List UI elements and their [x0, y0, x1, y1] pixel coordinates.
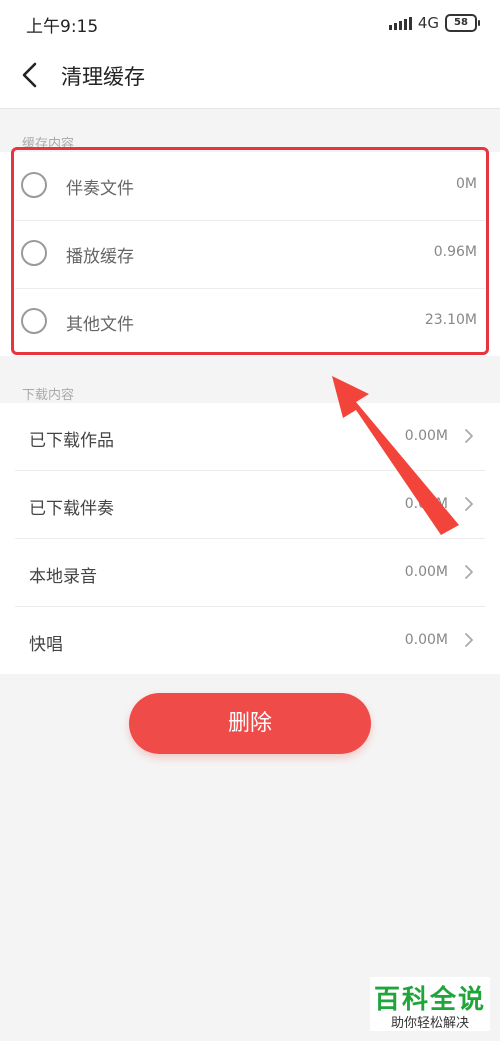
list-item[interactable]: 已下载作品 0.00M [15, 403, 485, 471]
radio-button[interactable] [21, 308, 47, 334]
status-bar: 上午9:15 4G 58 [0, 0, 500, 46]
section-label-cache: 缓存内容 [22, 137, 75, 152]
battery-icon: 58 [445, 14, 480, 32]
list-item[interactable]: 其他文件 23.10M [15, 288, 485, 356]
watermark-logo: 百科全说 助你轻松解决 [370, 977, 490, 1031]
signal-icon [388, 16, 412, 30]
page-title: 清理缓存 [61, 65, 145, 89]
radio-button[interactable] [21, 172, 47, 198]
radio-button[interactable] [21, 240, 47, 266]
watermark-subtitle: 助你轻松解决 [390, 1016, 469, 1031]
item-label: 本地录音 [29, 567, 97, 587]
item-size: 0.00M [404, 428, 448, 444]
chevron-right-icon [465, 429, 473, 443]
item-size: 0.00M [404, 632, 448, 648]
item-size: 23.10M [424, 312, 477, 328]
status-time: 上午9:15 [26, 17, 99, 37]
watermark-title: 百科全说 [373, 985, 486, 1015]
list-item[interactable]: 伴奏文件 0M [15, 152, 485, 221]
list-item[interactable]: 播放缓存 0.96M [15, 220, 485, 289]
cache-list: 伴奏文件 0M 播放缓存 0.96M 其他文件 23.10M [0, 152, 500, 356]
battery-level: 58 [445, 14, 477, 32]
chevron-left-icon [22, 62, 37, 88]
list-item[interactable]: 已下载伴奏 0.00M [15, 471, 485, 539]
list-item[interactable]: 快唱 0.00M [15, 607, 485, 674]
download-list: 已下载作品 0.00M 已下载伴奏 0.00M 本地录音 0.00M 快唱 0.… [0, 403, 500, 674]
item-size: 0.96M [433, 244, 477, 260]
item-label: 快唱 [29, 635, 63, 655]
item-size: 0M [456, 176, 477, 192]
network-type: 4G [417, 14, 439, 32]
nav-bar: 清理缓存 [0, 46, 500, 109]
item-size: 0.00M [404, 496, 448, 512]
item-size: 0.00M [404, 564, 448, 580]
item-label: 播放缓存 [66, 247, 134, 267]
item-label: 已下载伴奏 [29, 499, 114, 519]
item-label: 伴奏文件 [66, 179, 134, 199]
status-indicators: 4G 58 [388, 12, 480, 34]
section-label-download: 下载内容 [22, 388, 75, 403]
back-button[interactable] [16, 60, 46, 90]
item-label: 其他文件 [66, 315, 134, 335]
list-item[interactable]: 本地录音 0.00M [15, 539, 485, 607]
item-label: 已下载作品 [29, 431, 114, 451]
chevron-right-icon [465, 565, 473, 579]
chevron-right-icon [465, 633, 473, 647]
delete-button[interactable]: 删除 [129, 693, 371, 754]
chevron-right-icon [465, 497, 473, 511]
